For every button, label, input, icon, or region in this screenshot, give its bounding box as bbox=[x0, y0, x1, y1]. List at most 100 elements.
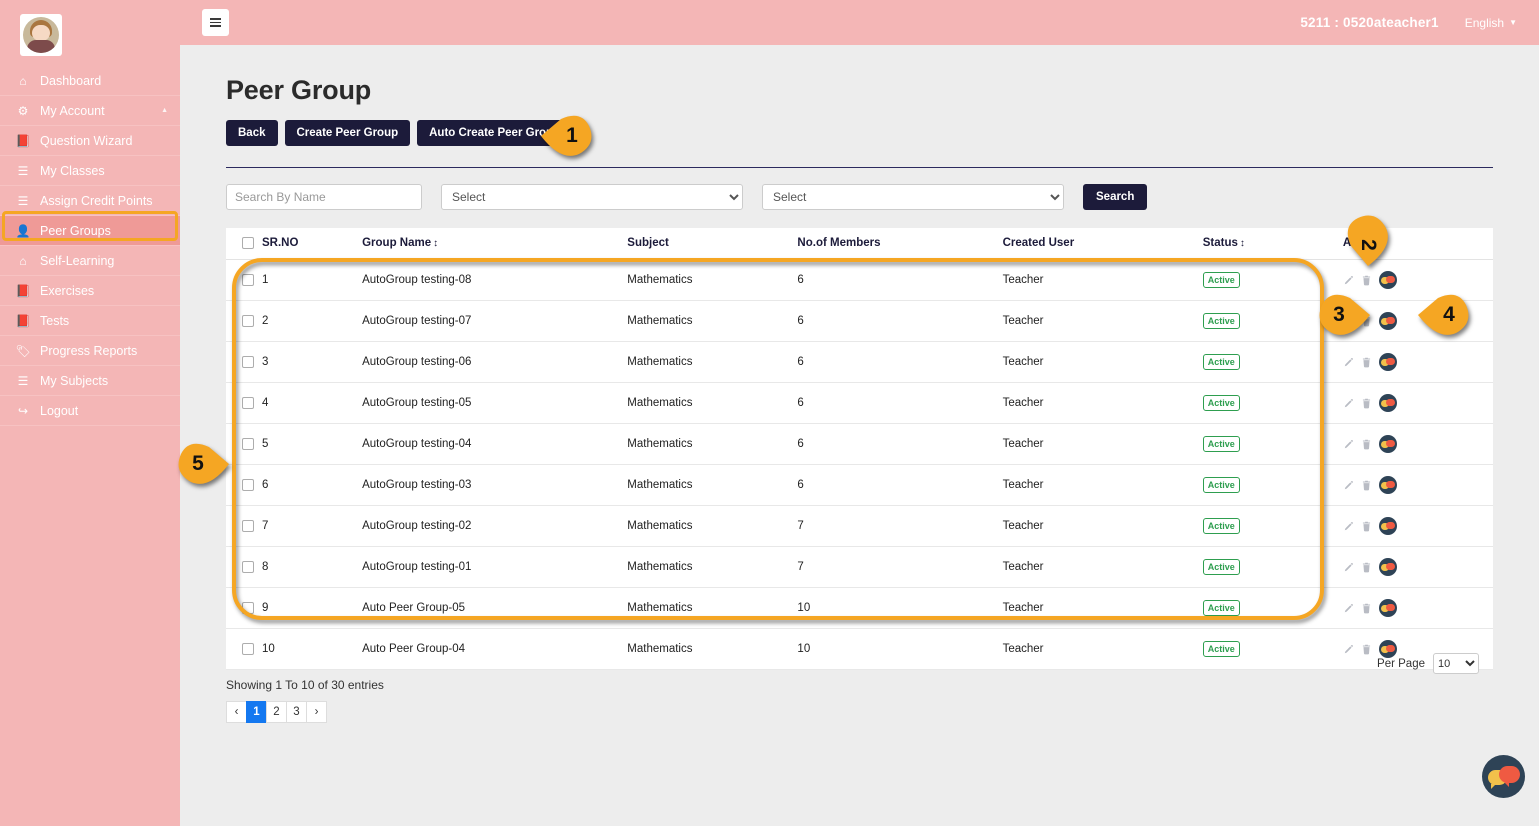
status-cell: Active bbox=[1202, 382, 1343, 425]
status-badge: Active bbox=[1202, 436, 1240, 453]
status-badge: Active bbox=[1202, 272, 1240, 289]
sidebar-item-logout[interactable]: ↪ Logout bbox=[0, 396, 180, 426]
chat-icon[interactable] bbox=[1378, 435, 1397, 454]
pagination-prev[interactable]: ‹ bbox=[226, 701, 247, 724]
sidebar-item-my-subjects[interactable]: ☰ My Subjects bbox=[0, 366, 180, 396]
pagination-next[interactable]: › bbox=[306, 701, 327, 724]
chat-icon[interactable] bbox=[1378, 271, 1397, 290]
trash-icon[interactable] bbox=[1361, 603, 1372, 614]
chat-icon[interactable] bbox=[1378, 599, 1397, 618]
sidebar-item-tests[interactable]: 📕 Tests bbox=[0, 306, 180, 336]
filter-select-1[interactable]: Select bbox=[441, 184, 743, 210]
row-select-cell bbox=[226, 300, 263, 343]
row-checkbox[interactable] bbox=[242, 274, 254, 287]
group-name-cell: AutoGroup testing-08 bbox=[362, 259, 628, 302]
edit-icon[interactable] bbox=[1343, 521, 1354, 532]
row-checkbox[interactable] bbox=[242, 356, 254, 369]
action-cell bbox=[1342, 423, 1493, 466]
select-all-checkbox[interactable] bbox=[242, 237, 254, 249]
user-label: 5211 : 0520ateacher1 bbox=[1300, 15, 1439, 30]
table-row: 1 AutoGroup testing-08 Mathematics 6 Teacher… bbox=[226, 259, 1493, 302]
trash-icon[interactable] bbox=[1361, 562, 1372, 573]
edit-icon[interactable] bbox=[1343, 439, 1354, 450]
status-badge: Active bbox=[1202, 641, 1240, 658]
row-select-cell bbox=[226, 259, 263, 302]
chat-icon[interactable] bbox=[1378, 517, 1397, 536]
per-page-select[interactable]: 10 bbox=[1433, 653, 1479, 674]
sidebar-item-question-wizard[interactable]: 📕 Question Wizard bbox=[0, 126, 180, 156]
edit-icon[interactable] bbox=[1343, 357, 1354, 368]
row-checkbox[interactable] bbox=[242, 479, 254, 492]
members-cell: 6 bbox=[797, 300, 1003, 343]
edit-icon[interactable] bbox=[1343, 316, 1354, 327]
sidebar: ⌂ Dashboard ⚙ My Account ▲ 📕 Question Wizard ☰ M… bbox=[0, 0, 180, 826]
edit-icon[interactable] bbox=[1343, 644, 1354, 655]
pagination-page-2[interactable]: 2 bbox=[266, 701, 287, 724]
status-cell: Active bbox=[1202, 628, 1343, 671]
trash-icon[interactable] bbox=[1361, 357, 1372, 368]
create-peer-group-button[interactable]: Create Peer Group bbox=[284, 120, 411, 146]
group-name-cell: AutoGroup testing-05 bbox=[362, 382, 628, 425]
status-badge: Active bbox=[1202, 354, 1240, 371]
created-user-cell: Teacher bbox=[1002, 423, 1203, 466]
row-checkbox[interactable] bbox=[242, 520, 254, 533]
trash-icon[interactable] bbox=[1361, 275, 1372, 286]
trash-icon[interactable] bbox=[1361, 398, 1372, 409]
row-checkbox[interactable] bbox=[242, 315, 254, 328]
trash-icon[interactable] bbox=[1361, 521, 1372, 532]
hamburger-icon[interactable] bbox=[202, 9, 229, 36]
pagination-page-3[interactable]: 3 bbox=[286, 701, 307, 724]
action-cell bbox=[1342, 546, 1493, 589]
edit-icon[interactable] bbox=[1343, 398, 1354, 409]
chat-icon[interactable] bbox=[1378, 312, 1397, 331]
edit-icon[interactable] bbox=[1343, 480, 1354, 491]
row-checkbox[interactable] bbox=[242, 438, 254, 451]
sidebar-item-assign-credit-points[interactable]: ☰ Assign Credit Points bbox=[0, 186, 180, 216]
trash-icon[interactable] bbox=[1361, 644, 1372, 655]
sort-icon[interactable]: ↕ bbox=[1240, 238, 1245, 249]
search-input[interactable] bbox=[226, 184, 422, 210]
filter-select-2[interactable]: Select bbox=[762, 184, 1064, 210]
action-cell bbox=[1342, 341, 1493, 384]
row-checkbox[interactable] bbox=[242, 561, 254, 574]
status-header[interactable]: Status ↕ bbox=[1202, 228, 1343, 261]
language-selector[interactable]: English ▼ bbox=[1465, 16, 1517, 30]
search-button[interactable]: Search bbox=[1083, 184, 1148, 210]
sidebar-item-progress-reports[interactable]: 🏷 Progress Reports bbox=[0, 336, 180, 366]
action-cell bbox=[1342, 382, 1493, 425]
row-checkbox[interactable] bbox=[242, 643, 254, 656]
group-name-header[interactable]: Group Name ↕ bbox=[362, 228, 628, 261]
row-checkbox[interactable] bbox=[242, 602, 254, 615]
chat-icon[interactable] bbox=[1378, 476, 1397, 495]
trash-icon[interactable] bbox=[1361, 439, 1372, 450]
chat-icon[interactable] bbox=[1378, 394, 1397, 413]
sidebar-item-my-classes[interactable]: ☰ My Classes bbox=[0, 156, 180, 186]
edit-icon[interactable] bbox=[1343, 603, 1354, 614]
sidebar-item-dashboard[interactable]: ⌂ Dashboard bbox=[0, 66, 180, 96]
filter-bar: Select Select Search bbox=[226, 184, 1539, 210]
table-head: SR.NO Group Name ↕ Subject No.of Members Crea… bbox=[226, 228, 1493, 261]
pagination-page-1[interactable]: 1 bbox=[246, 701, 267, 724]
chat-bubbles-icon[interactable] bbox=[1482, 755, 1525, 798]
sidebar-item-my-account[interactable]: ⚙ My Account ▲ bbox=[0, 96, 180, 126]
edit-icon[interactable] bbox=[1343, 562, 1354, 573]
avatar[interactable] bbox=[20, 14, 62, 56]
action-icons bbox=[1343, 517, 1493, 536]
status-cell: Active bbox=[1202, 505, 1343, 548]
auto-create-peer-group-button[interactable]: Auto Create Peer Group bbox=[417, 120, 573, 146]
results-table-wrapper: SR.NO Group Name ↕ Subject No.of Members Crea… bbox=[226, 228, 1493, 671]
row-checkbox[interactable] bbox=[242, 397, 254, 410]
sr-no-header-label: SR.NO bbox=[262, 237, 299, 250]
edit-icon[interactable] bbox=[1343, 275, 1354, 286]
sidebar-item-peer-groups[interactable]: 👤 Peer Groups bbox=[0, 216, 180, 246]
trash-icon[interactable] bbox=[1361, 316, 1372, 327]
sort-icon[interactable]: ↕ bbox=[433, 238, 438, 249]
sidebar-item-exercises[interactable]: 📕 Exercises bbox=[0, 276, 180, 306]
chat-icon[interactable] bbox=[1378, 558, 1397, 577]
sidebar-item-self-learning[interactable]: ⌂ Self-Learning bbox=[0, 246, 180, 276]
trash-icon[interactable] bbox=[1361, 480, 1372, 491]
per-page-label: Per Page bbox=[1377, 657, 1425, 670]
sr-no-header: SR.NO bbox=[262, 228, 363, 261]
chat-icon[interactable] bbox=[1378, 353, 1397, 372]
back-button[interactable]: Back bbox=[226, 120, 278, 146]
